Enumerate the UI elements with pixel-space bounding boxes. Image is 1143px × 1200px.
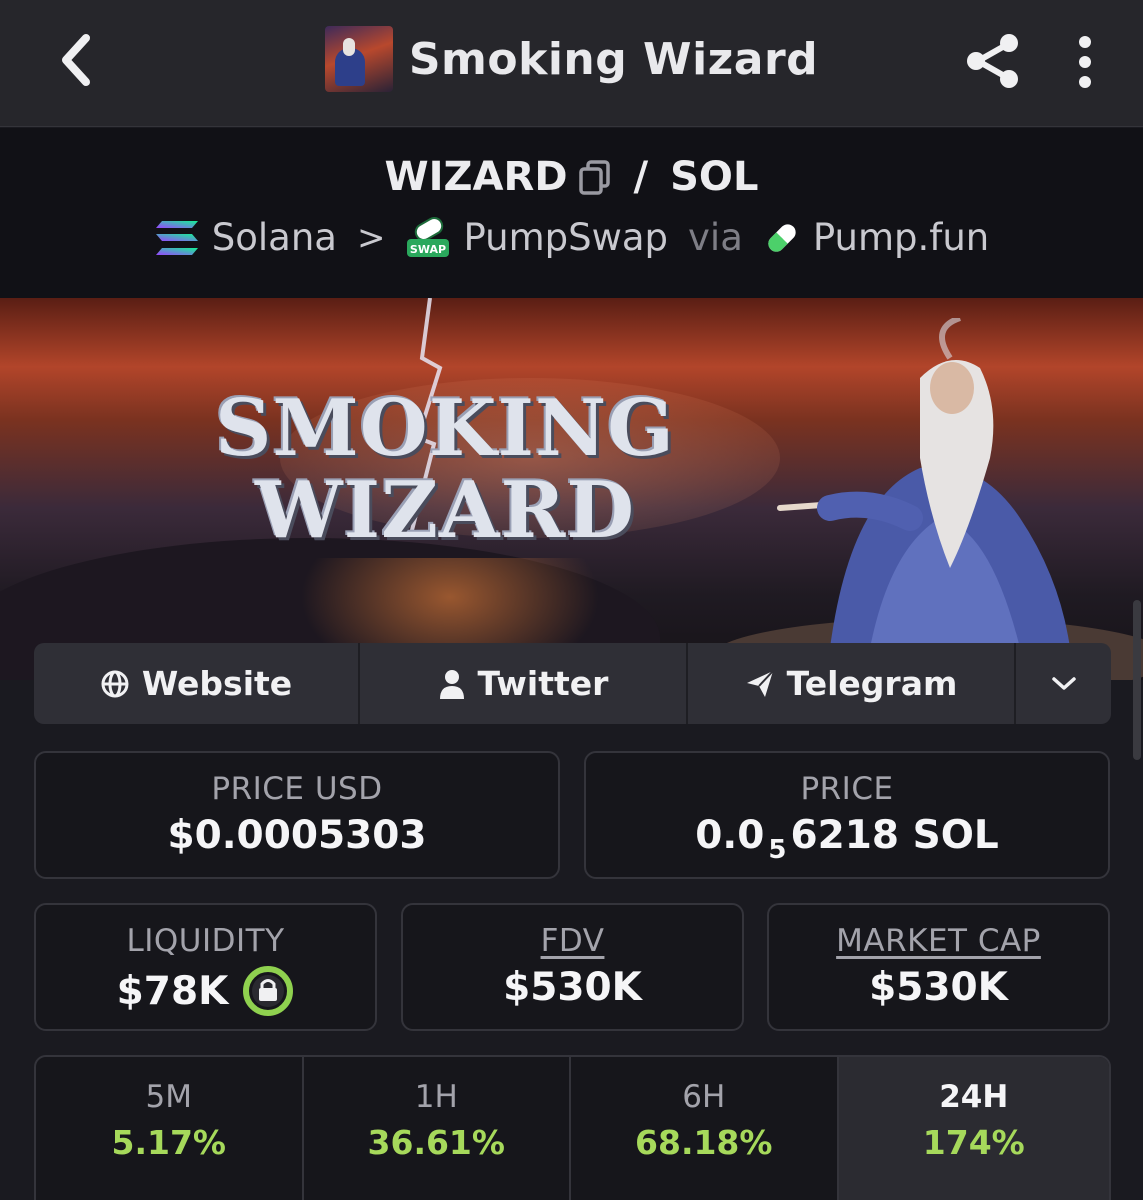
price-label: PRICE [800, 771, 894, 807]
launchpad-name[interactable]: Pump.fun [813, 216, 989, 259]
twitter-link[interactable]: Twitter [360, 643, 688, 724]
fdv-card[interactable]: FDV $530K [401, 903, 744, 1031]
telegram-link[interactable]: Telegram [688, 643, 1016, 724]
page-title: Smoking Wizard [408, 33, 819, 85]
tab-period: 6H [682, 1079, 726, 1115]
more-vertical-icon [1079, 36, 1091, 88]
fdv-label[interactable]: FDV [403, 923, 742, 959]
twitter-label: Twitter [477, 664, 609, 703]
price-digits: 6218 SOL [790, 813, 999, 858]
liquidity-card: LIQUIDITY $78K [34, 903, 377, 1031]
price-usd-card: PRICE USD $0.0005303 [34, 751, 560, 879]
copy-address-button[interactable] [578, 159, 612, 195]
website-label: Website [141, 664, 293, 703]
banner-title: SMOKING WIZARD [215, 388, 675, 552]
market-cap-label[interactable]: MARKET CAP [769, 923, 1108, 959]
liquidity-label: LIQUIDITY [126, 923, 285, 959]
token-avatar [324, 26, 393, 92]
price-native-card: PRICE 0.0 5 6218 SOL [584, 751, 1110, 879]
route-breadcrumb: Solana > SWAP PumpSwap via Pump.fun [0, 216, 1143, 259]
price-zero-count: 5 [768, 834, 787, 865]
tab-period: 5M [145, 1079, 192, 1115]
scrollbar[interactable] [1133, 600, 1141, 760]
copy-icon [578, 160, 610, 195]
fdv-value: $530K [503, 965, 642, 1010]
banner-line-2: WIZARD [254, 464, 635, 556]
wizard-illustration [720, 318, 1143, 680]
user-icon [439, 669, 464, 699]
dex-name[interactable]: PumpSwap [463, 216, 668, 259]
price-change-tabs: 5M 5.17% 1H 36.61% 6H 68.18% 24H 174% [34, 1055, 1111, 1200]
pumpswap-logo-icon: SWAP [407, 216, 450, 257]
tab-change-value: 174% [922, 1123, 1025, 1162]
price-usd-label: PRICE USD [211, 771, 383, 807]
website-link[interactable]: Website [34, 643, 360, 724]
tab-change-value: 36.61% [367, 1123, 505, 1162]
more-links-button[interactable] [1016, 643, 1111, 724]
chevron-down-icon [1051, 676, 1076, 690]
social-links-bar: Website Twitter Telegram [34, 643, 1111, 724]
tab-6h[interactable]: 6H 68.18% [571, 1057, 839, 1200]
tab-change-value: 5.17% [111, 1123, 227, 1162]
svg-text:SWAP: SWAP [410, 243, 446, 256]
tab-period: 24H [939, 1079, 1009, 1115]
tab-change-value: 68.18% [635, 1123, 773, 1162]
pair-header: WIZARD / SOL Solana > SWAP PumpSwap via … [0, 128, 1143, 298]
via-label: via [688, 216, 743, 259]
tab-1h[interactable]: 1H 36.61% [304, 1057, 571, 1200]
more-button[interactable] [1062, 32, 1108, 92]
paper-plane-icon [746, 669, 774, 697]
globe-icon [101, 670, 129, 697]
market-cap-value: $530K [869, 965, 1008, 1010]
pair-title: WIZARD / SOL [0, 154, 1143, 200]
price-usd-value: $0.0005303 [167, 813, 427, 858]
breadcrumb-separator: > [356, 217, 386, 258]
price-prefix: 0.0 [695, 813, 765, 858]
pair-divider: / [633, 154, 649, 200]
share-button[interactable] [962, 30, 1024, 92]
telegram-label: Telegram [786, 664, 958, 703]
market-cap-card[interactable]: MARKET CAP $530K [767, 903, 1110, 1031]
chain-name[interactable]: Solana [212, 216, 337, 259]
token-banner: SMOKING WIZARD [0, 298, 1143, 680]
base-symbol: WIZARD [384, 154, 568, 200]
tab-24h[interactable]: 24H 174% [838, 1057, 1109, 1200]
tab-period: 1H [414, 1079, 458, 1115]
share-icon [967, 34, 1018, 88]
quote-symbol: SOL [670, 154, 759, 200]
banner-line-1: SMOKING [215, 383, 675, 474]
tab-5m[interactable]: 5M 5.17% [36, 1057, 304, 1200]
pill-icon [768, 223, 796, 252]
app-bar: Smoking Wizard [0, 0, 1143, 127]
lock-icon[interactable] [242, 965, 294, 1017]
liquidity-value: $78K [116, 968, 229, 1014]
solana-logo-icon [155, 220, 198, 255]
